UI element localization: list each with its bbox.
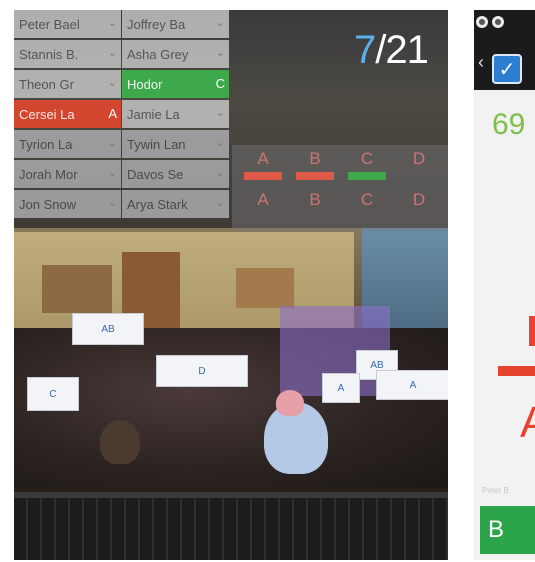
notification-icon — [492, 16, 504, 28]
answer-column[interactable]: AA — [242, 149, 284, 210]
answer-letter-bottom: A — [257, 190, 269, 209]
chevron-down-icon: ⌄ — [215, 137, 225, 149]
answer-card: C — [27, 377, 79, 411]
student-cell[interactable]: Asha Grey ⌄ — [122, 40, 229, 68]
answer-card: A — [322, 373, 360, 403]
student-name-label: Joffrey Ba — [127, 16, 186, 32]
answer-letter-bottom: D — [412, 190, 426, 209]
student-name-label: Cersei La — [19, 106, 75, 122]
student-grid: Peter Bael ⌄ Joffrey Ba ⌄ Stannis B. ⌄ Asha Gr… — [14, 10, 230, 220]
answer-letter-top: A — [257, 149, 269, 168]
answer-column[interactable]: BB — [294, 149, 336, 210]
chevron-down-icon: ⌄ — [107, 17, 117, 29]
student-cell[interactable]: Joffrey Ba ⌄ — [122, 10, 229, 38]
student-name-label: Tywin Lan — [127, 136, 186, 152]
student-row: Jon Snow ⌄ Arya Stark ⌄ — [14, 190, 230, 220]
answer-bar — [296, 172, 334, 180]
chevron-down-icon: ⌄ — [215, 107, 225, 119]
answer-letter-top: D — [412, 149, 426, 168]
student-answer: C — [215, 76, 225, 91]
checkbox-icon[interactable]: ✓ — [492, 54, 522, 84]
bulletin-board — [42, 265, 112, 313]
student-name-label: Stannis B. — [19, 46, 79, 62]
student-row: Tyrion La ⌄ Tywin Lan ⌄ — [14, 130, 230, 160]
student-row: Stannis B. ⌄ Asha Grey ⌄ — [14, 40, 230, 70]
student-answer: A — [108, 106, 117, 121]
red-mark — [498, 366, 535, 376]
student-detail-panel: ‹ ✓ 69 A Peter B B — [474, 10, 535, 560]
student-row: Theon Gr ⌄ Hodor C — [14, 70, 230, 100]
student-cell[interactable]: Cersei La A — [14, 100, 121, 128]
percent-score: 69 — [492, 108, 526, 141]
student-row: Jorah Mor ⌄ Davos Se ⌄ — [14, 160, 230, 190]
student-row: Cersei La A Jamie La ⌄ — [14, 100, 230, 130]
answer-bar — [348, 172, 386, 180]
chevron-down-icon: ⌄ — [107, 137, 117, 149]
red-mark — [529, 316, 535, 346]
chevron-down-icon: ⌄ — [107, 197, 117, 209]
answer-letter-bottom: B — [309, 190, 321, 209]
answer-card: A — [376, 370, 448, 400]
student-row: Peter Bael ⌄ Joffrey Ba ⌄ — [14, 10, 230, 40]
student-name-label: Jamie La — [127, 106, 180, 122]
status-bar — [474, 10, 535, 38]
student-cell[interactable]: Tywin Lan ⌄ — [122, 130, 229, 158]
chevron-down-icon: ⌄ — [215, 197, 225, 209]
student-cell[interactable]: Davos Se ⌄ — [122, 160, 229, 188]
student-name-label: Davos Se — [127, 166, 184, 182]
answer-card: AB — [72, 313, 144, 345]
camera-scan-panel: AB C D AB A A Peter Bael ⌄ Joffrey Ba ⌄ Stan… — [14, 10, 448, 560]
answer-bar — [244, 172, 282, 180]
notification-icon — [476, 16, 488, 28]
student-name-label: Jorah Mor — [19, 166, 78, 182]
answer-card: D — [156, 355, 248, 387]
student-cell[interactable]: Jorah Mor ⌄ — [14, 160, 121, 188]
student-name-label: Tyrion La — [19, 136, 73, 152]
student-head — [100, 420, 140, 464]
student-name-label: Arya Stark — [127, 196, 188, 212]
answer-letter-bottom: C — [360, 190, 374, 209]
student-name: Peter B — [482, 486, 509, 495]
answer-b-button[interactable]: B — [480, 506, 535, 554]
chevron-down-icon: ⌄ — [107, 47, 117, 59]
bulletin-board — [236, 268, 294, 308]
student-cell[interactable]: Arya Stark ⌄ — [122, 190, 229, 218]
student-cell[interactable]: Jon Snow ⌄ — [14, 190, 121, 218]
scan-counter: 7/21 — [354, 28, 429, 73]
chevron-down-icon: ⌄ — [215, 47, 225, 59]
chevron-down-icon: ⌄ — [215, 167, 225, 179]
answer-column[interactable]: DD — [398, 149, 440, 210]
answer-letter-top: C — [360, 149, 374, 168]
big-answer-letter: A — [520, 398, 535, 447]
answer-bar — [400, 172, 438, 180]
chevron-down-icon: ⌄ — [215, 17, 225, 29]
student-cell[interactable]: Stannis B. ⌄ — [14, 40, 121, 68]
student-cell[interactable]: Tyrion La ⌄ — [14, 130, 121, 158]
student-cell[interactable]: Jamie La ⌄ — [122, 100, 229, 128]
student-name-label: Peter Bael — [19, 16, 80, 32]
back-chevron-icon[interactable]: ‹ — [478, 52, 484, 73]
student-cell[interactable]: Theon Gr ⌄ — [14, 70, 121, 98]
chevron-down-icon: ⌄ — [107, 77, 117, 89]
scan-counter-total: /21 — [375, 28, 429, 72]
answer-letter-top: B — [309, 149, 321, 168]
student-head — [276, 390, 304, 416]
student-name-label: Theon Gr — [19, 76, 74, 92]
student-name-label: Jon Snow — [19, 196, 77, 212]
answer-distribution: AABBCCDD — [232, 145, 448, 231]
student-name-label: Asha Grey — [127, 46, 189, 62]
student-cell[interactable]: Hodor C — [122, 70, 229, 98]
student-cell[interactable]: Peter Bael ⌄ — [14, 10, 121, 38]
answer-column[interactable]: CC — [346, 149, 388, 210]
scan-counter-current: 7 — [354, 28, 376, 72]
chevron-down-icon: ⌄ — [107, 167, 117, 179]
student-name-label: Hodor — [127, 76, 163, 92]
laptop-keyboard — [14, 498, 448, 560]
